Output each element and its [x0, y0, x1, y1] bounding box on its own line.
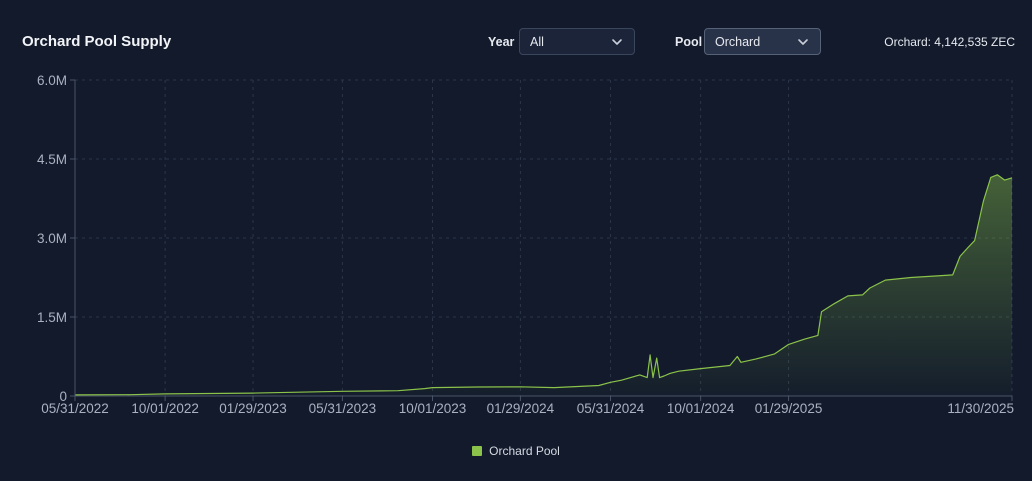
- x-tick-label: 01/29/2024: [487, 401, 555, 416]
- x-tick-label: 01/29/2025: [755, 401, 823, 416]
- x-tick-label: 10/01/2023: [399, 401, 467, 416]
- x-tick-label: 10/01/2022: [131, 401, 199, 416]
- x-tick-label: 05/31/2024: [577, 401, 645, 416]
- y-tick-label: 4.5M: [37, 152, 67, 167]
- y-tick-label: 3.0M: [37, 231, 67, 246]
- x-tick-label: 11/30/2025: [947, 401, 1014, 416]
- x-tick-label: 05/31/2023: [309, 401, 377, 416]
- chart-legend: Orchard Pool: [0, 444, 1032, 458]
- legend-label: Orchard Pool: [489, 444, 560, 458]
- area-chart: 01.5M3.0M4.5M6.0M05/31/2022 10/01/2022 01/…: [37, 73, 1014, 416]
- series-area-orchard: [75, 174, 1012, 396]
- y-tick-label: 1.5M: [37, 310, 67, 325]
- x-tick-label: 05/31/2022: [41, 401, 109, 416]
- x-tick-label: 01/29/2023: [219, 401, 287, 416]
- legend-swatch: [472, 446, 483, 456]
- x-tick-label: 10/01/2024: [667, 401, 735, 416]
- y-tick-label: 6.0M: [37, 73, 67, 88]
